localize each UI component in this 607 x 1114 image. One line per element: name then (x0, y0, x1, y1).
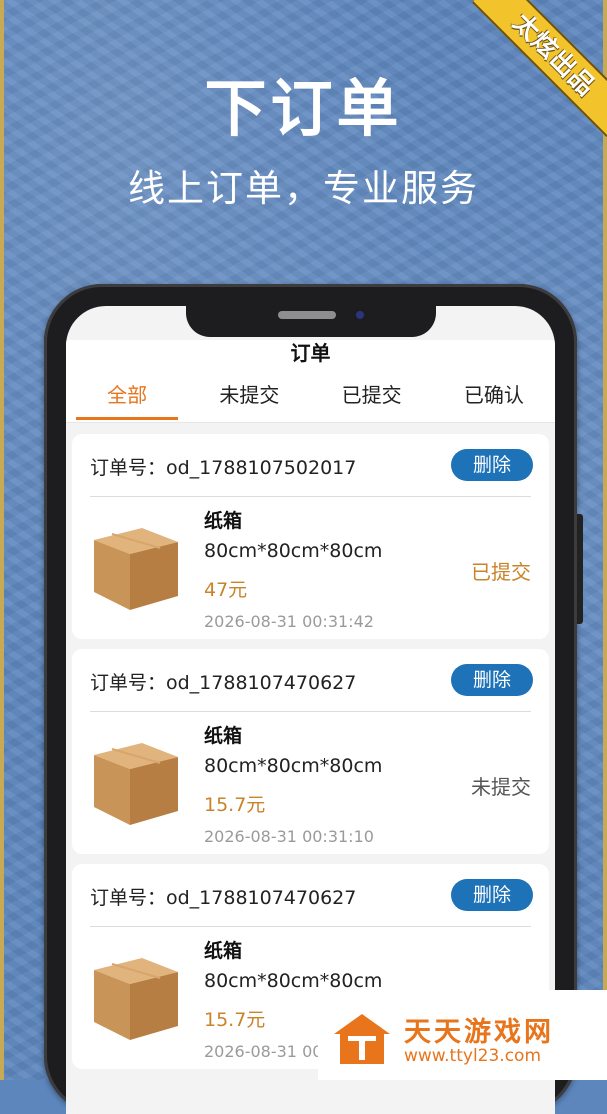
promo-subtitle: 线上订单，专业服务 (128, 167, 479, 210)
order-tabs: 全部 未提交 已提交 已确认 (66, 372, 555, 423)
speaker-grille (277, 311, 336, 319)
tab-unsubmitted[interactable]: 未提交 (188, 372, 310, 422)
phone-notch (185, 306, 436, 337)
product-price: 47元 (204, 579, 248, 601)
phone-side-button (577, 514, 583, 624)
product-name: 纸箱 (204, 725, 243, 747)
cardboard-box-image (94, 958, 178, 1040)
order-status: 已提交 (471, 560, 531, 584)
cardboard-box-image (94, 528, 178, 610)
delete-button[interactable]: 删除 (451, 664, 533, 696)
order-number: 订单号：od_1788107470627 (90, 887, 357, 909)
promo-title: 下订单 (204, 72, 403, 145)
tab-submitted[interactable]: 已提交 (311, 372, 433, 422)
order-card-header: 订单号：od_1788107470627 删除 (90, 649, 533, 712)
page-title: 订单 (66, 340, 555, 372)
delete-button[interactable]: 删除 (451, 879, 533, 911)
tab-all[interactable]: 全部 (66, 372, 188, 422)
order-status: 未提交 (471, 775, 531, 799)
cardboard-box-image (94, 743, 178, 825)
order-card-header: 订单号：od_1788107470627 删除 (90, 864, 533, 927)
product-size: 80cm*80cm*80cm (204, 755, 383, 777)
camera-dot (355, 311, 364, 319)
order-time: 2026-08-31 00:31:10 (204, 827, 374, 846)
watermark-name: 天天游戏网 (404, 1017, 554, 1048)
product-price: 15.7元 (204, 1009, 266, 1031)
order-time: 2026-08-31 00 (204, 1042, 323, 1061)
delete-button[interactable]: 删除 (451, 449, 533, 481)
order-number: 订单号：od_1788107470627 (90, 672, 357, 694)
tab-confirmed[interactable]: 已确认 (433, 372, 555, 422)
order-number: 订单号：od_1788107502017 (90, 457, 357, 479)
product-name: 纸箱 (204, 940, 243, 962)
order-card[interactable]: 订单号：od_1788107470627 删除 纸箱 80cm*80cm*80c… (72, 649, 549, 854)
site-watermark: 天天游戏网 www.ttyl23.com (318, 990, 607, 1080)
product-size: 80cm*80cm*80cm (204, 970, 383, 992)
order-card-header: 订单号：od_1788107502017 删除 (90, 434, 533, 497)
house-logo-icon (334, 1014, 390, 1064)
product-name: 纸箱 (204, 510, 243, 532)
order-time: 2026-08-31 00:31:42 (204, 612, 374, 631)
watermark-url: www.ttyl23.com (404, 1046, 542, 1066)
product-size: 80cm*80cm*80cm (204, 540, 383, 562)
order-card[interactable]: 订单号：od_1788107502017 删除 纸箱 80cm*80cm*80c… (72, 434, 549, 639)
product-price: 15.7元 (204, 794, 266, 816)
